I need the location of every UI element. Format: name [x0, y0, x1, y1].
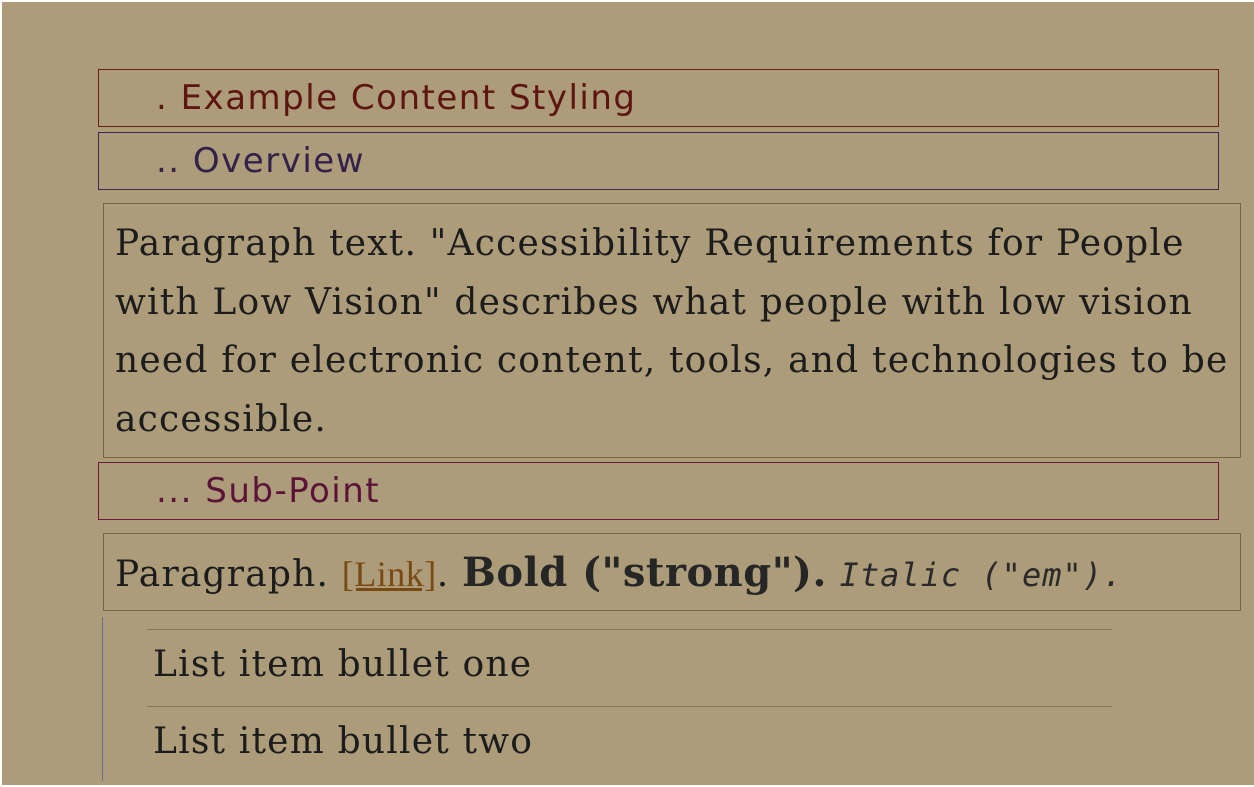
heading-level-1: . Example Content Styling: [98, 69, 1219, 127]
list-item: List item bullet two: [147, 706, 1112, 782]
bullet-list: List item bullet one List item bullet tw…: [102, 617, 1123, 781]
example-link[interactable]: [Link]: [342, 554, 437, 594]
paragraph-lead-text: Paragraph.: [115, 554, 342, 595]
heading-level-3: ... Sub-Point: [98, 462, 1219, 520]
styled-paragraph: Paragraph. [Link]. Bold ("strong"). Ital…: [103, 533, 1241, 611]
intro-paragraph: Paragraph text. "Accessibility Requireme…: [103, 203, 1241, 458]
heading-level-2: .. Overview: [98, 132, 1219, 190]
italic-text: Italic ("em").: [839, 556, 1124, 594]
page: . Example Content Styling .. Overview Pa…: [2, 2, 1254, 785]
paragraph-space: [827, 554, 840, 595]
paragraph-separator: .: [436, 554, 463, 595]
list-item: List item bullet one: [147, 629, 1112, 705]
bold-text: Bold ("strong").: [462, 549, 827, 596]
